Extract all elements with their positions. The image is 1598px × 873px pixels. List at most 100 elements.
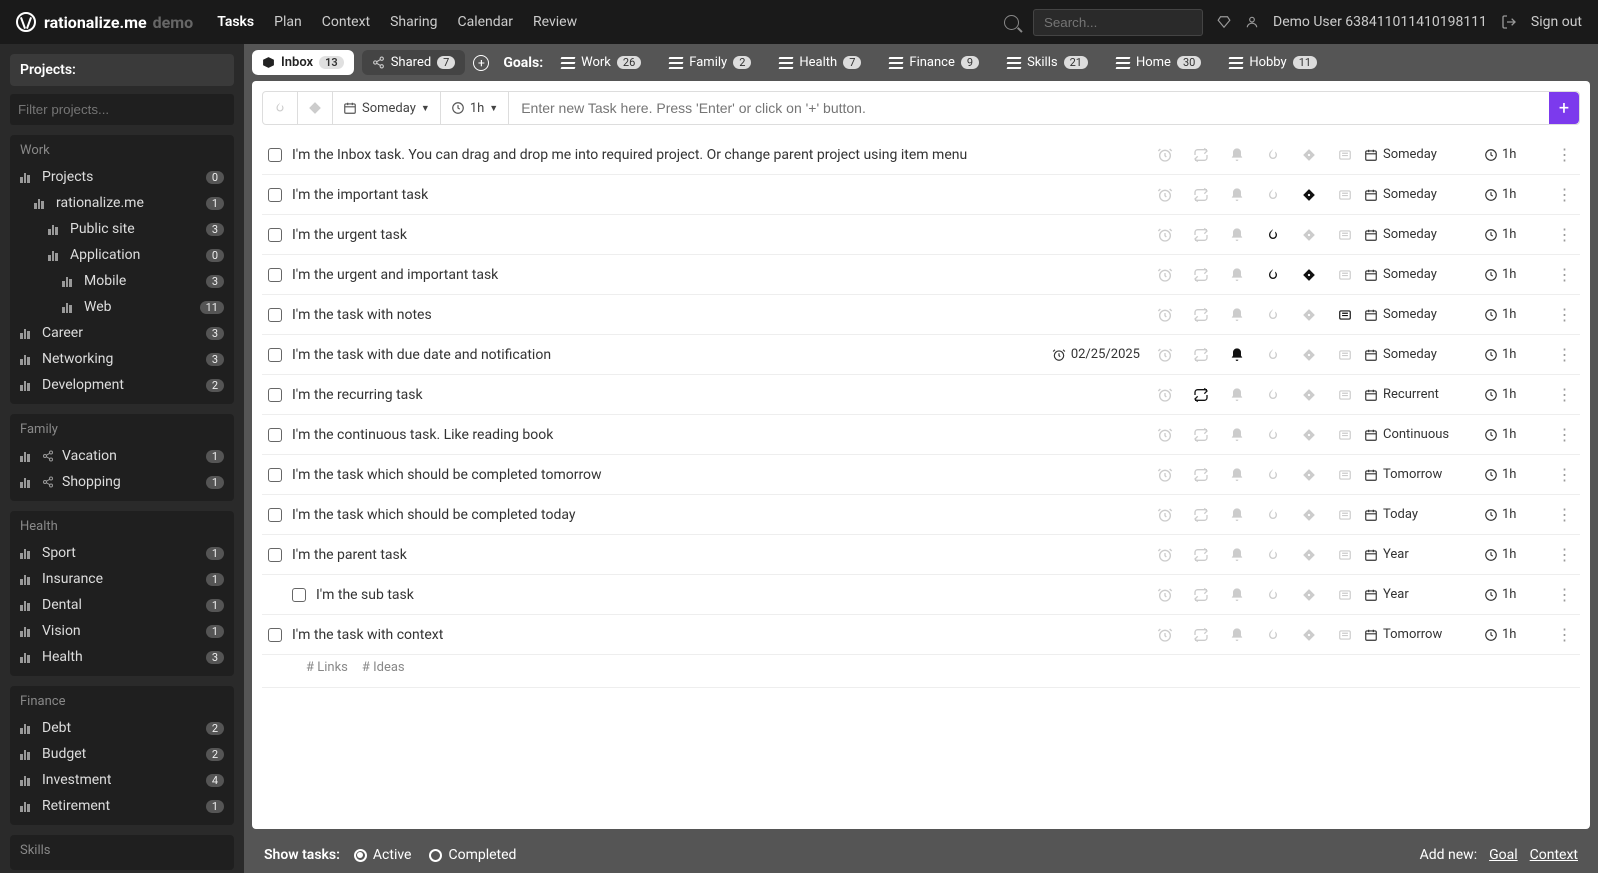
task-checkbox[interactable] bbox=[268, 468, 282, 482]
important-icon[interactable] bbox=[1300, 226, 1318, 244]
urgent-icon[interactable] bbox=[1264, 186, 1282, 204]
task-checkbox[interactable] bbox=[268, 388, 282, 402]
task-schedule[interactable]: Someday bbox=[1364, 187, 1474, 202]
bell-icon[interactable] bbox=[1228, 466, 1246, 484]
task-schedule[interactable]: Continuous bbox=[1364, 427, 1474, 442]
task-row[interactable]: I'm the Inbox task. You can drag and dro… bbox=[262, 135, 1580, 175]
alarm-icon[interactable] bbox=[1156, 146, 1174, 164]
task-checkbox[interactable] bbox=[268, 428, 282, 442]
radio-active[interactable]: Active bbox=[354, 847, 412, 863]
urgent-icon[interactable] bbox=[1264, 426, 1282, 444]
nav-review[interactable]: Review bbox=[533, 14, 577, 30]
sidebar-item-rationalize-me[interactable]: rationalize.me1 bbox=[10, 190, 234, 216]
task-schedule[interactable]: Tomorrow bbox=[1364, 627, 1474, 642]
alarm-icon[interactable] bbox=[1156, 306, 1174, 324]
task-menu-button[interactable]: ⋮ bbox=[1554, 625, 1574, 644]
task-menu-button[interactable]: ⋮ bbox=[1554, 225, 1574, 244]
task-schedule[interactable]: Today bbox=[1364, 507, 1474, 522]
search-input[interactable] bbox=[1033, 9, 1203, 36]
bell-icon[interactable] bbox=[1228, 546, 1246, 564]
task-menu-button[interactable]: ⋮ bbox=[1554, 505, 1574, 524]
task-schedule[interactable]: Recurrent bbox=[1364, 387, 1474, 402]
task-duration[interactable]: 1h bbox=[1484, 587, 1544, 602]
task-checkbox[interactable] bbox=[268, 308, 282, 322]
task-checkbox[interactable] bbox=[292, 588, 306, 602]
nav-calendar[interactable]: Calendar bbox=[457, 14, 513, 30]
alarm-icon[interactable] bbox=[1156, 626, 1174, 644]
goal-hobby[interactable]: Hobby11 bbox=[1219, 50, 1327, 75]
task-menu-button[interactable]: ⋮ bbox=[1554, 145, 1574, 164]
urgent-icon[interactable] bbox=[1264, 266, 1282, 284]
task-checkbox[interactable] bbox=[268, 188, 282, 202]
recurring-icon[interactable] bbox=[1192, 466, 1210, 484]
task-schedule[interactable]: Tomorrow bbox=[1364, 467, 1474, 482]
important-icon[interactable] bbox=[1300, 306, 1318, 324]
nav-plan[interactable]: Plan bbox=[274, 14, 302, 30]
sidebar-group-family[interactable]: Family bbox=[10, 414, 234, 443]
sidebar-item-debt[interactable]: Debt2 bbox=[10, 715, 234, 741]
bell-icon[interactable] bbox=[1228, 186, 1246, 204]
bell-icon[interactable] bbox=[1228, 386, 1246, 404]
sidebar-item-application[interactable]: Application0 bbox=[10, 242, 234, 268]
goal-health[interactable]: Health7 bbox=[769, 50, 871, 75]
tab-shared[interactable]: Shared 7 bbox=[362, 50, 466, 75]
task-row[interactable]: I'm the task with due date and notificat… bbox=[262, 335, 1580, 375]
important-icon[interactable] bbox=[1300, 626, 1318, 644]
task-duration[interactable]: 1h bbox=[1484, 507, 1544, 522]
bell-icon[interactable] bbox=[1228, 146, 1246, 164]
task-duration[interactable]: 1h bbox=[1484, 467, 1544, 482]
task-row[interactable]: I'm the urgent task Someday 1h ⋮ bbox=[262, 215, 1580, 255]
task-checkbox[interactable] bbox=[268, 508, 282, 522]
recurring-icon[interactable] bbox=[1192, 186, 1210, 204]
sidebar-group-finance[interactable]: Finance bbox=[10, 686, 234, 715]
important-icon[interactable] bbox=[1300, 506, 1318, 524]
recurring-icon[interactable] bbox=[1192, 586, 1210, 604]
task-checkbox[interactable] bbox=[268, 228, 282, 242]
task-duration[interactable]: 1h bbox=[1484, 307, 1544, 322]
recurring-icon[interactable] bbox=[1192, 546, 1210, 564]
task-checkbox[interactable] bbox=[268, 268, 282, 282]
important-toggle[interactable] bbox=[298, 92, 333, 124]
radio-completed[interactable]: Completed bbox=[429, 847, 516, 863]
task-row[interactable]: I'm the continuous task. Like reading bo… bbox=[262, 415, 1580, 455]
sidebar-item-retirement[interactable]: Retirement1 bbox=[10, 793, 234, 819]
goal-family[interactable]: Family2 bbox=[659, 50, 761, 75]
task-checkbox[interactable] bbox=[268, 628, 282, 642]
notes-icon[interactable] bbox=[1336, 586, 1354, 604]
sidebar-item-budget[interactable]: Budget2 bbox=[10, 741, 234, 767]
urgent-icon[interactable] bbox=[1264, 146, 1282, 164]
task-duration[interactable]: 1h bbox=[1484, 347, 1544, 362]
notes-icon[interactable] bbox=[1336, 426, 1354, 444]
recurring-icon[interactable] bbox=[1192, 386, 1210, 404]
add-tab-button[interactable]: + bbox=[473, 55, 489, 71]
notes-icon[interactable] bbox=[1336, 546, 1354, 564]
duration-dropdown[interactable]: 1h ▼ bbox=[441, 92, 509, 124]
important-icon[interactable] bbox=[1300, 386, 1318, 404]
important-icon[interactable] bbox=[1300, 346, 1318, 364]
task-checkbox[interactable] bbox=[268, 548, 282, 562]
urgent-icon[interactable] bbox=[1264, 306, 1282, 324]
sidebar-item-networking[interactable]: Networking3 bbox=[10, 346, 234, 372]
bell-icon[interactable] bbox=[1228, 586, 1246, 604]
sidebar-item-investment[interactable]: Investment4 bbox=[10, 767, 234, 793]
urgent-icon[interactable] bbox=[1264, 226, 1282, 244]
urgent-icon[interactable] bbox=[1264, 386, 1282, 404]
urgent-icon[interactable] bbox=[1264, 626, 1282, 644]
bell-icon[interactable] bbox=[1228, 266, 1246, 284]
filter-projects-input[interactable] bbox=[10, 94, 234, 125]
task-menu-button[interactable]: ⋮ bbox=[1554, 465, 1574, 484]
important-icon[interactable] bbox=[1300, 146, 1318, 164]
task-schedule[interactable]: Year bbox=[1364, 587, 1474, 602]
important-icon[interactable] bbox=[1300, 266, 1318, 284]
task-menu-button[interactable]: ⋮ bbox=[1554, 345, 1574, 364]
goal-finance[interactable]: Finance9 bbox=[879, 50, 989, 75]
tag[interactable]: # Ideas bbox=[362, 660, 405, 675]
sidebar-item-projects[interactable]: Projects0 bbox=[10, 164, 234, 190]
sidebar-item-web[interactable]: Web11 bbox=[10, 294, 234, 320]
important-icon[interactable] bbox=[1300, 586, 1318, 604]
logo[interactable]: rationalize.me bbox=[16, 12, 147, 32]
task-checkbox[interactable] bbox=[268, 148, 282, 162]
nav-context[interactable]: Context bbox=[322, 14, 370, 30]
task-checkbox[interactable] bbox=[268, 348, 282, 362]
task-schedule[interactable]: Someday bbox=[1364, 147, 1474, 162]
